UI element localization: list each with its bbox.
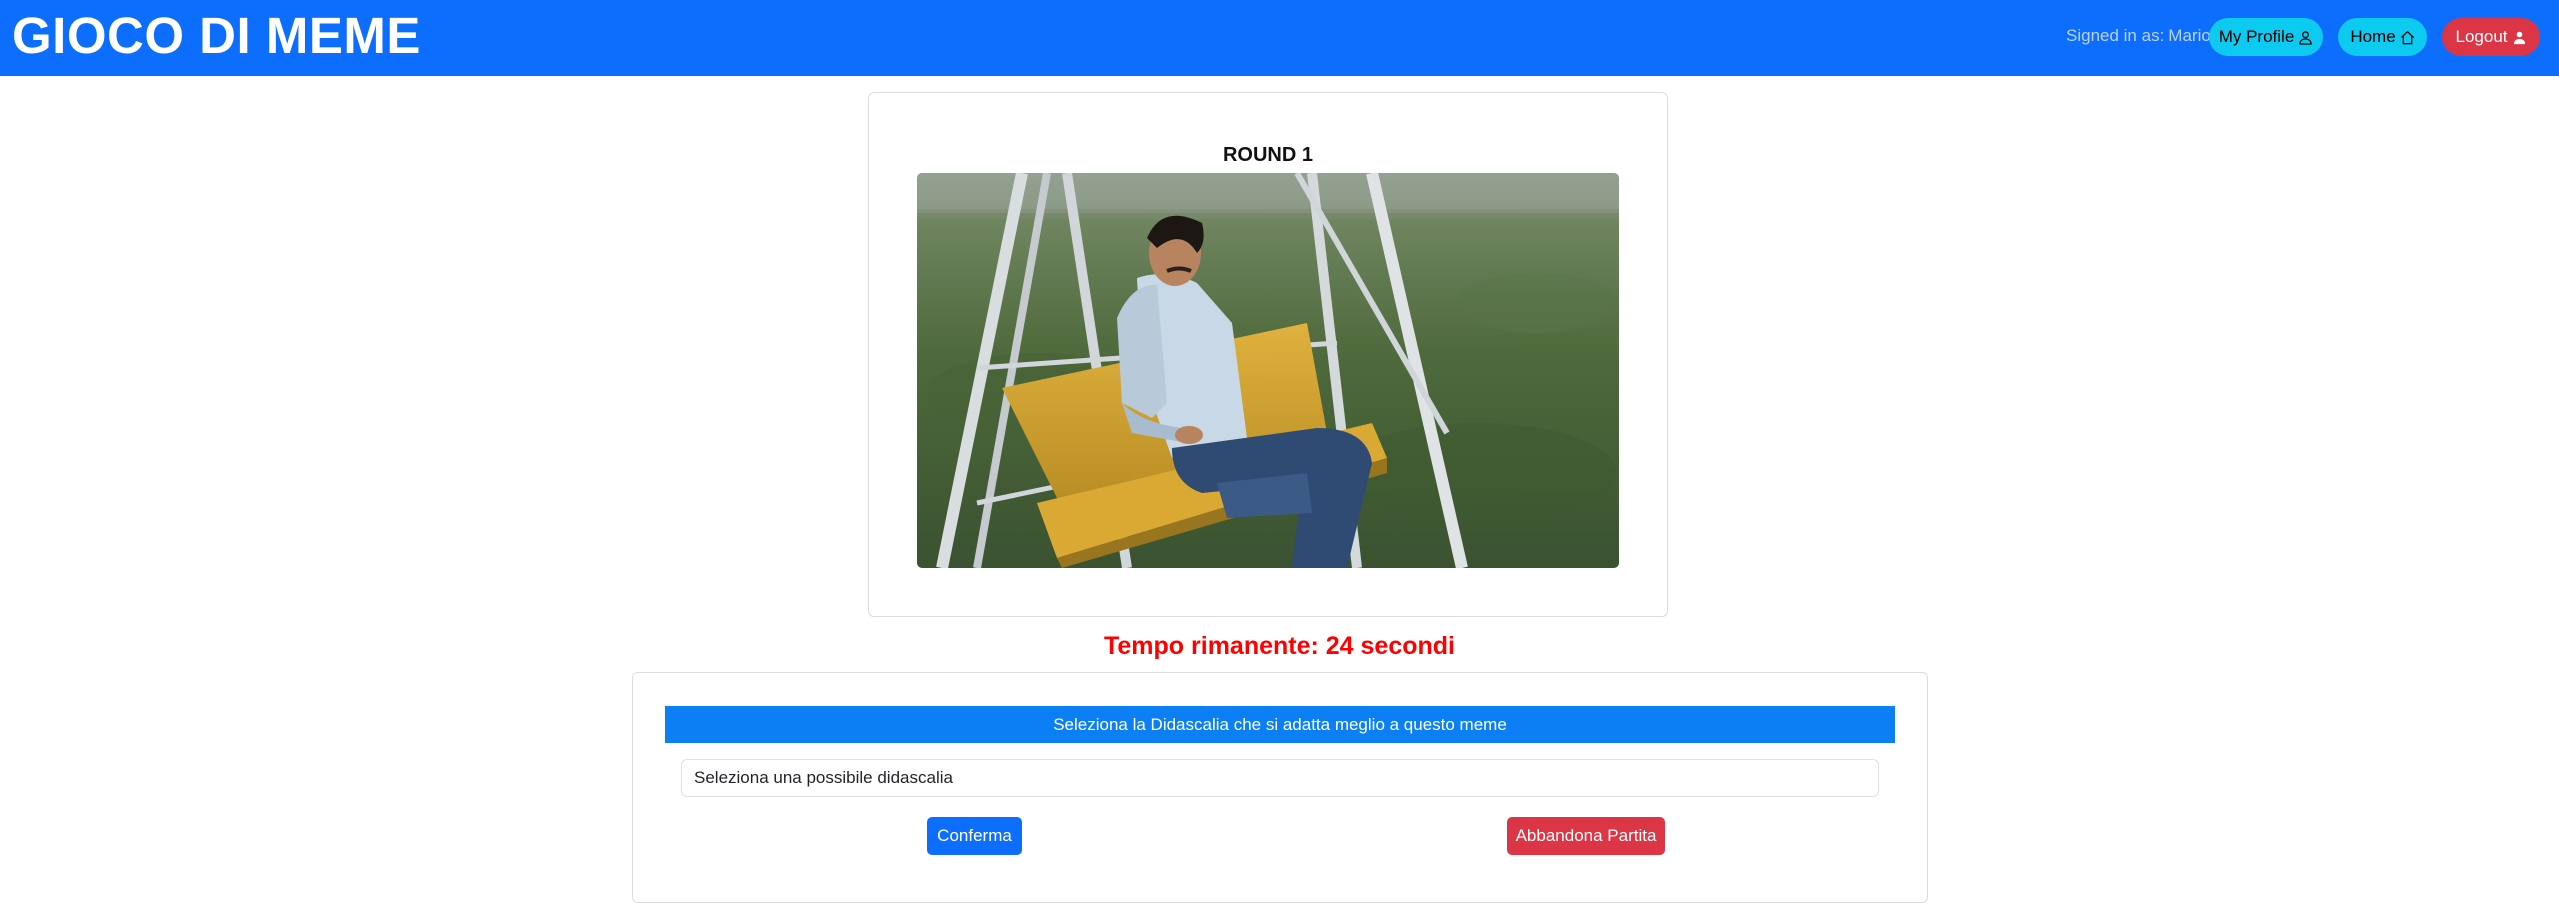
round-title: ROUND 1: [1222, 144, 1313, 166]
logout-label: Logout: [2455, 27, 2508, 46]
house-icon: [2400, 30, 2415, 45]
person-icon: [2298, 30, 2313, 45]
caption-header: Seleziona la Didascalia che si adatta me…: [665, 706, 1895, 743]
brand-title[interactable]: GIOCO DI MEME: [12, 4, 421, 68]
signed-in-text: Signed in as: Mario: [2066, 24, 2211, 48]
person-fill-icon: [2512, 30, 2527, 45]
home-button[interactable]: Home: [2338, 18, 2427, 56]
timer-text: Tempo rimanente: 24 secondi: [1103, 632, 1455, 660]
navbar: GIOCO DI MEME Signed in as: Mario My Prof…: [0, 0, 2559, 76]
confirm-button[interactable]: Conferma: [927, 817, 1022, 855]
username: Mario: [2168, 26, 2211, 45]
meme-image: [917, 173, 1619, 568]
caption-select[interactable]: Seleziona una possibile didascalia: [681, 759, 1879, 797]
abandon-game-button[interactable]: Abbandona Partita: [1507, 817, 1665, 855]
home-label: Home: [2350, 27, 2396, 46]
signed-in-label: Signed in as:: [2066, 26, 2165, 45]
logout-button[interactable]: Logout: [2442, 18, 2540, 56]
round-card: ROUND 1: [868, 92, 1668, 617]
caption-card: Seleziona la Didascalia che si adatta me…: [632, 672, 1928, 903]
my-profile-button[interactable]: My Profile: [2209, 18, 2323, 56]
my-profile-label: My Profile: [2218, 27, 2295, 46]
